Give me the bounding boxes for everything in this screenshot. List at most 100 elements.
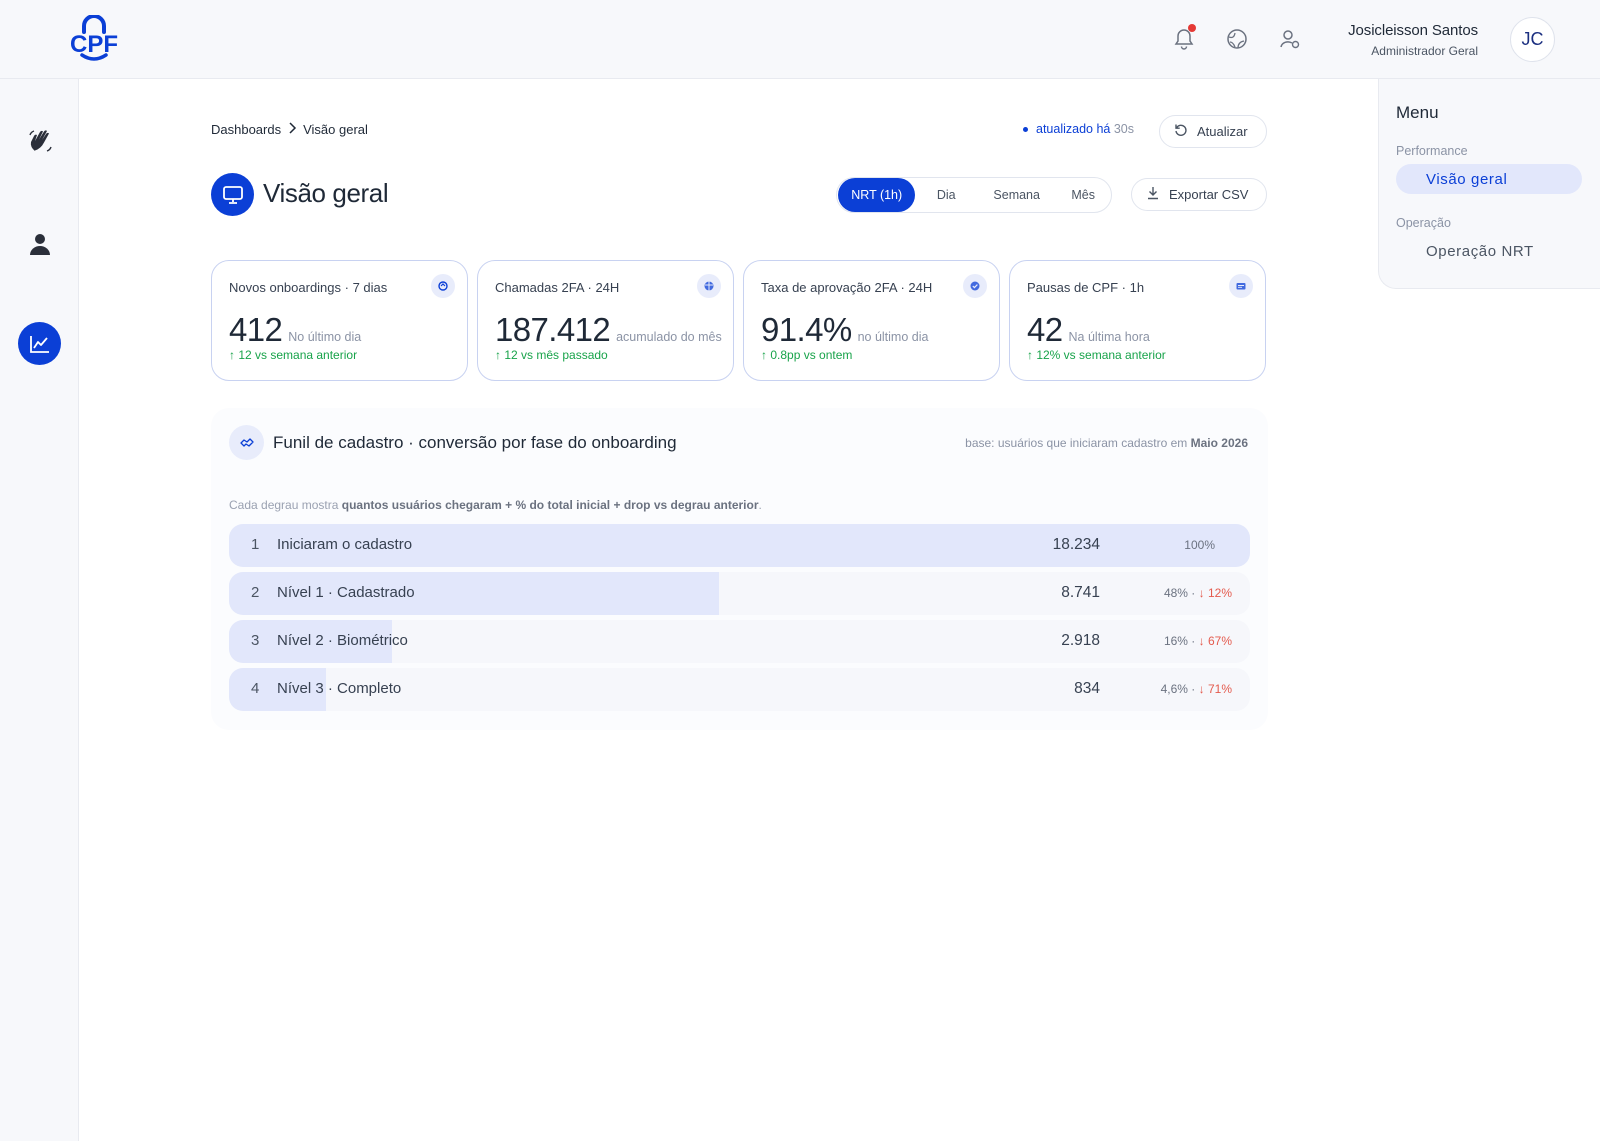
funnel-step-label: Iniciaram o cadastro	[277, 536, 413, 553]
chart-line-icon[interactable]	[18, 322, 61, 365]
user-settings-icon[interactable]	[1278, 27, 1302, 51]
user-name: Josicleisson Santos	[1348, 22, 1478, 39]
funnel-drop: ↓ 71%	[1198, 682, 1232, 696]
funnel-step[interactable]: 4 Nível 3 · Completo 834 4,6% · ↓ 71%	[229, 668, 1250, 711]
refresh-button[interactable]: Atualizar	[1159, 115, 1267, 148]
kpi-card-onboardings: Novos onboardings · 7 dias 412 No último…	[211, 260, 468, 381]
menu-item-visao-geral[interactable]: Visão geral	[1396, 164, 1582, 194]
funnel-step-count: 8.741	[1061, 584, 1100, 601]
person-icon[interactable]	[18, 222, 61, 265]
breadcrumb-dashboards[interactable]: Dashboards	[211, 122, 281, 137]
kpi-label: Chamadas 2FA · 24H	[495, 280, 620, 295]
left-nav-rail	[0, 79, 79, 1141]
chevron-right-icon	[287, 122, 297, 137]
funnel-note-prefix: Cada degrau mostra	[229, 498, 339, 512]
page-title: Visão geral	[263, 178, 389, 208]
funnel-step-number: 4	[251, 680, 260, 697]
kpi-value: 91.4%	[761, 311, 852, 348]
period-semana[interactable]: Semana	[977, 178, 1056, 212]
funnel-step-pct: 16% · ↓ 67%	[1164, 634, 1232, 648]
notification-dot	[1188, 24, 1196, 32]
funnel-note: Cada degrau mostra quantos usuários cheg…	[229, 498, 762, 512]
kpi-card-2fa-approval: Taxa de aprovação 2FA · 24H 91.4% no últ…	[743, 260, 1000, 381]
menu-section-operacao: Operação	[1396, 216, 1451, 230]
kpi-card-cpf-pauses: Pausas de CPF · 1h 42 Na última hora ↑ 1…	[1009, 260, 1266, 381]
breadcrumb-current: Visão geral	[303, 122, 368, 137]
kpi-delta: ↑ 0.8pp vs ontem	[761, 348, 853, 362]
user-role: Administrador Geral	[1371, 44, 1478, 58]
period-dia[interactable]: Dia	[915, 178, 977, 212]
kpi-sub: no último dia	[857, 330, 929, 344]
updated-label: atualizado há	[1036, 122, 1111, 136]
funnel-step[interactable]: 3 Nível 2 · Biométrico 2.918 16% · ↓ 67%	[229, 620, 1250, 663]
funnel-note-suffix: .	[758, 498, 762, 512]
funnel-card: Funil de cadastro · conversão por fase d…	[211, 408, 1268, 730]
funnel-step-label: Nível 2 · Biométrico	[277, 632, 408, 649]
kpi-delta: ↑ 12 vs semana anterior	[229, 348, 358, 362]
breadcrumb: Dashboards Visão geral	[211, 122, 368, 137]
export-csv-button[interactable]: Exportar CSV	[1131, 178, 1267, 211]
funnel-base-month: Maio 2026	[1190, 436, 1248, 450]
funnel-step-number: 3	[251, 632, 260, 649]
globe-icon	[697, 274, 721, 298]
funnel-drop: ↓ 12%	[1198, 586, 1232, 600]
handshake-icon	[431, 274, 455, 298]
kpi-value: 187.412	[495, 311, 611, 348]
funnel-step[interactable]: 1 Iniciaram o cadastro 18.234 100%	[229, 524, 1250, 567]
download-icon	[1146, 186, 1160, 203]
funnel-step-pct: 4,6% · ↓ 71%	[1161, 682, 1232, 696]
funnel-base: base: usuários que iniciaram cadastro em…	[965, 436, 1248, 450]
refresh-label: Atualizar	[1197, 124, 1248, 139]
shield-check-icon	[963, 274, 987, 298]
funnel-step-label: Nível 1 · Cadastrado	[277, 584, 415, 601]
funnel-base-prefix: base: usuários que iniciaram cadastro em	[965, 436, 1188, 450]
funnel-step-number: 1	[251, 536, 260, 553]
funnel-drop: ↓ 67%	[1198, 634, 1232, 648]
wave-hand-icon[interactable]	[18, 120, 61, 163]
id-card-icon	[1229, 274, 1253, 298]
update-status: atualizado há 30s	[1023, 122, 1134, 136]
funnel-step-number: 2	[251, 584, 260, 601]
period-nrt[interactable]: NRT (1h)	[838, 178, 916, 212]
period-mes[interactable]: Mês	[1056, 178, 1110, 212]
kpi-value: 412	[229, 311, 283, 348]
kpi-value: 42	[1027, 311, 1063, 348]
kpi-sub: Na última hora	[1068, 330, 1150, 344]
svg-text:CPF: CPF	[70, 31, 118, 58]
monitor-icon	[211, 173, 254, 216]
funnel-note-bold: quantos usuários chegaram + % do total i…	[341, 498, 759, 512]
funnel-step-pct: 48% · ↓ 12%	[1164, 586, 1232, 600]
menu-section-performance: Performance	[1396, 144, 1468, 158]
funnel-step[interactable]: 2 Nível 1 · Cadastrado 8.741 48% · ↓ 12%	[229, 572, 1250, 615]
funnel-pct-value: 16% ·	[1163, 634, 1196, 648]
cpf-logo[interactable]: CPF	[68, 14, 120, 63]
funnel-pct-value: 100%	[1184, 538, 1215, 552]
globe-icon[interactable]	[1225, 27, 1249, 51]
kpi-label: Pausas de CPF · 1h	[1027, 280, 1145, 295]
funnel-title: Funil de cadastro · conversão por fase d…	[273, 433, 677, 452]
funnel-step-count: 834	[1074, 680, 1100, 697]
avatar[interactable]: JC	[1510, 17, 1555, 62]
period-selector: NRT (1h) Dia Semana Mês	[836, 177, 1112, 213]
funnel-pct-value: 4,6% ·	[1160, 682, 1196, 696]
updated-ago: 30s	[1113, 122, 1135, 136]
kpi-label: Novos onboardings · 7 dias	[229, 280, 388, 295]
menu-item-operacao-nrt[interactable]: Operação NRT	[1396, 236, 1582, 266]
refresh-icon	[1174, 123, 1188, 140]
funnel-step-count: 18.234	[1052, 536, 1100, 553]
kpi-delta: ↑ 12 vs mês passado	[495, 348, 608, 362]
export-label: Exportar CSV	[1169, 187, 1249, 202]
handshake-icon	[229, 425, 264, 460]
top-bar: CPF Josicleisson Santos Administrador Ge…	[0, 0, 1600, 79]
funnel-pct-value: 48% ·	[1163, 586, 1196, 600]
live-dot	[1023, 126, 1028, 132]
side-menu: Menu Performance Visão geral Operação Op…	[1378, 79, 1600, 289]
funnel-step-count: 2.918	[1061, 632, 1100, 649]
kpi-delta: ↑ 12% vs semana anterior	[1027, 348, 1166, 362]
funnel-step-label: Nível 3 · Completo	[277, 680, 402, 697]
bell-icon[interactable]	[1172, 24, 1196, 51]
kpi-card-2fa-calls: Chamadas 2FA · 24H 187.412 acumulado do …	[477, 260, 734, 381]
kpi-sub: No último dia	[288, 330, 362, 344]
menu-title: Menu	[1396, 103, 1439, 122]
kpi-sub: acumulado do mês	[616, 330, 722, 344]
